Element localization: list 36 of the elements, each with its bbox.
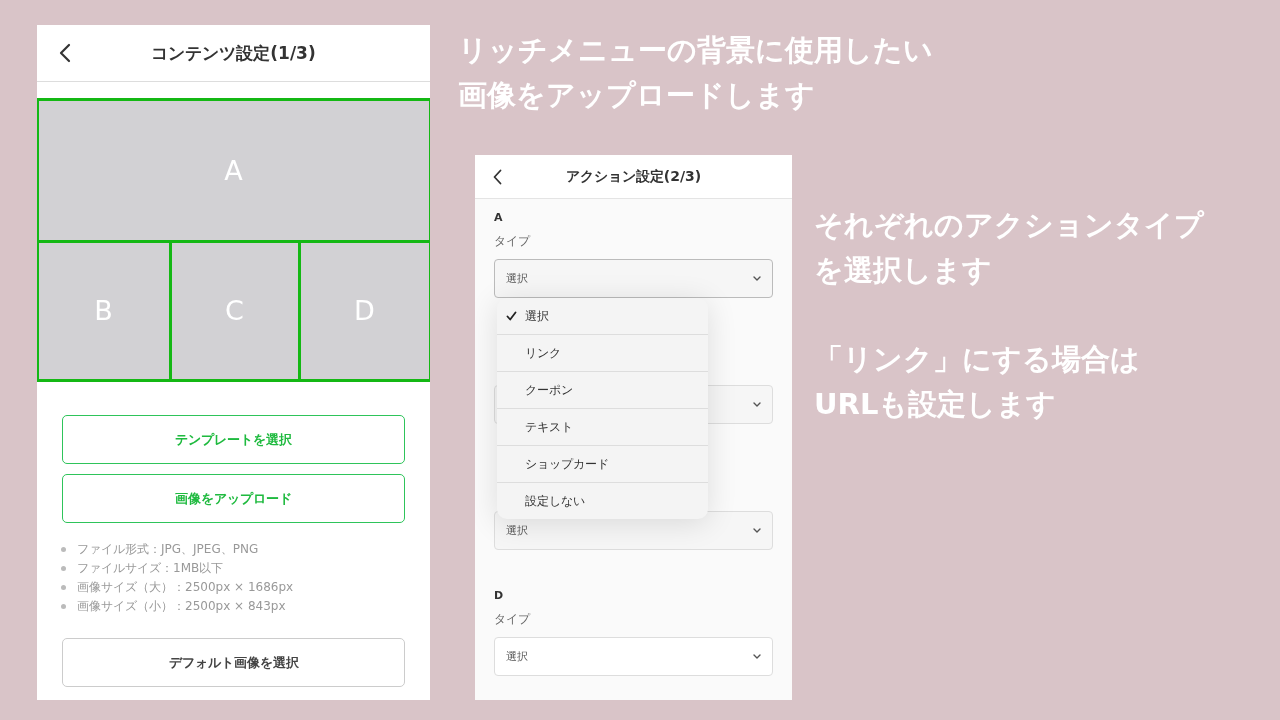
select-field[interactable]: 選択: [494, 259, 773, 298]
outline-button[interactable]: デフォルト画像を選択: [62, 638, 405, 687]
bullet-icon: [61, 585, 66, 590]
caption-text: それぞれのアクションタイプ を選択します: [814, 207, 1204, 289]
dropdown-option[interactable]: 選択: [497, 298, 708, 334]
screen-title: コンテンツ設定(1/3): [151, 41, 316, 65]
check-icon: [505, 311, 517, 321]
note-text: 画像サイズ（大）：2500px × 1686px: [77, 579, 294, 596]
select-value: 選択: [506, 649, 528, 664]
chevron-down-icon[interactable]: [753, 528, 761, 533]
select-value: 選択: [506, 523, 528, 538]
select-value: 選択: [506, 271, 528, 286]
back-icon[interactable]: [59, 43, 71, 63]
dropdown-option[interactable]: ショップカード: [497, 445, 708, 482]
dropdown-option[interactable]: クーポン: [497, 371, 708, 408]
area-label: D: [494, 589, 505, 603]
field-label: タイプ: [494, 612, 532, 627]
note-text: ファイル形式：JPG、JPEG、PNG: [77, 541, 259, 558]
select-field[interactable]: 選択: [494, 637, 773, 676]
bullet-icon: [61, 566, 66, 571]
back-icon[interactable]: [493, 168, 502, 185]
dropdown-option[interactable]: リンク: [497, 334, 708, 371]
chevron-down-icon[interactable]: [753, 276, 761, 281]
note-text: ファイルサイズ：1MB以下: [77, 560, 224, 577]
caption-text: リッチメニューの背景に使用したい 画像をアップロードします: [458, 32, 933, 114]
chevron-down-icon[interactable]: [753, 654, 761, 659]
dropdown-option[interactable]: 設定しない: [497, 482, 708, 519]
note-text: 画像サイズ（小）：2500px × 843px: [77, 598, 286, 615]
bullet-icon: [61, 604, 66, 609]
bullet-icon: [61, 547, 66, 552]
chevron-down-icon[interactable]: [753, 402, 761, 407]
dropdown-option[interactable]: テキスト: [497, 408, 708, 445]
screen-title: アクション設定(2/3): [565, 167, 702, 186]
area-label: A: [494, 211, 504, 225]
caption-text: 「リンク」にする場合は URLも設定します: [814, 341, 1141, 423]
field-label: タイプ: [494, 234, 532, 249]
